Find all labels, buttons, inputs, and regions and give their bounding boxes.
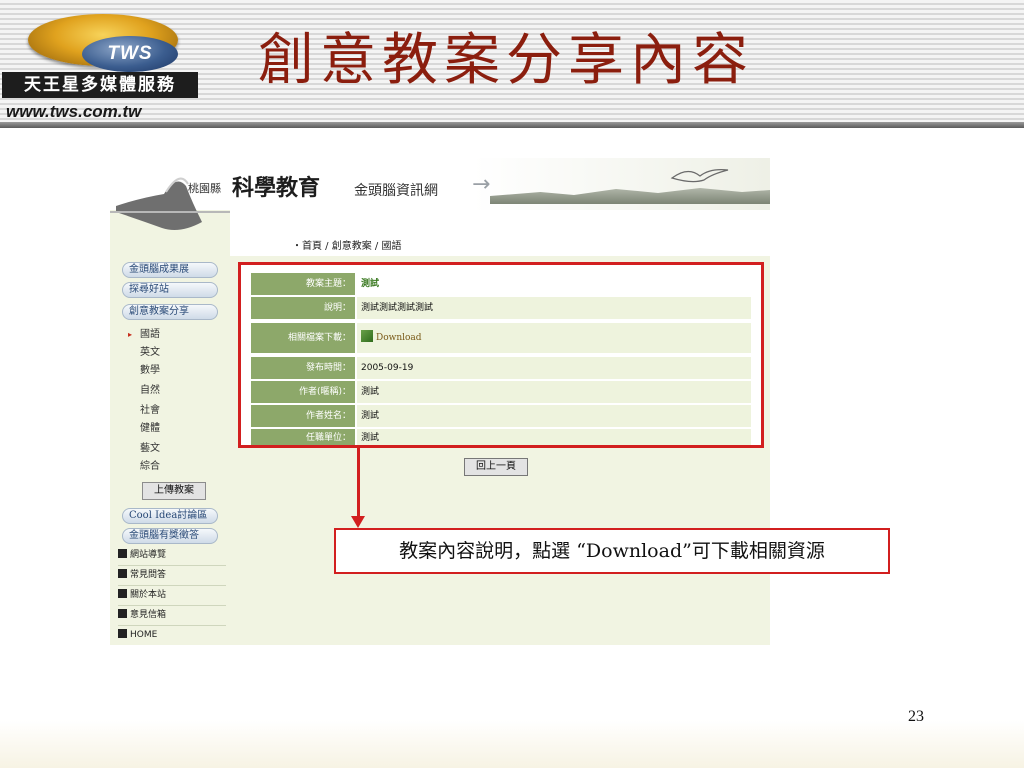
company-name: 天王星多媒體服務 xyxy=(2,72,198,98)
row-label: 作者(暱稱)： xyxy=(251,381,355,403)
nav-sub-social[interactable]: 社會 xyxy=(140,404,160,418)
util-link-label: 網站導覽 xyxy=(130,550,167,560)
row-label: 任職單位： xyxy=(251,429,355,445)
faq-icon xyxy=(118,569,127,578)
county-label: 桃園縣 xyxy=(188,182,221,195)
selected-bullet-icon: ▸ xyxy=(128,330,133,339)
row-value: 2005-09-19 xyxy=(357,357,751,379)
util-link-about[interactable]: 關於本站 xyxy=(118,586,226,606)
util-link-label: 常見問答 xyxy=(130,570,167,580)
back-button[interactable]: 回上一頁 xyxy=(464,458,528,476)
page-number: 23 xyxy=(908,708,924,725)
nav-sub-chinese[interactable]: 國語 xyxy=(140,328,160,342)
row-value: 測試 xyxy=(357,381,751,403)
row-label: 相關檔案下載： xyxy=(251,323,355,353)
callout-arrow-line xyxy=(357,448,360,518)
table-row: 作者(暱稱)： 測試 xyxy=(251,381,751,403)
company-url: www.tws.com.tw xyxy=(6,102,142,121)
row-label: 發布時間： xyxy=(251,357,355,379)
util-link-home[interactable]: HOME xyxy=(118,626,226,645)
nav-item-discussion[interactable]: Cool Idea討論區 xyxy=(122,508,218,524)
table-row: 發布時間： 2005-09-19 xyxy=(251,357,751,379)
table-row: 相關檔案下載： Download xyxy=(251,323,751,353)
tws-logo: TWS xyxy=(28,14,178,72)
nav-sub-health[interactable]: 健體 xyxy=(140,422,160,436)
arrow-icon: → xyxy=(472,172,491,197)
nav-item-lesson-sharing[interactable]: 創意教案分享 xyxy=(122,304,218,320)
table-row: 任職單位： 測試 xyxy=(251,429,751,445)
util-link-label: 意見信箱 xyxy=(130,610,167,620)
nav-sub-english[interactable]: 英文 xyxy=(140,346,160,360)
site-subtitle: 金頭腦資訊網 xyxy=(354,183,438,199)
row-value: 測試 xyxy=(357,429,751,445)
bird-icon xyxy=(670,169,729,183)
download-icon[interactable] xyxy=(361,330,373,342)
download-link[interactable]: Download xyxy=(376,333,422,343)
util-link-label: 關於本站 xyxy=(130,590,167,600)
util-link-feedback[interactable]: 意見信箱 xyxy=(118,606,226,626)
callout-box: 教案內容說明，點選 “Download”可下載相關資源 xyxy=(334,528,890,574)
nav-item-good-sites[interactable]: 探尋好站 xyxy=(122,282,218,298)
sitemap-icon xyxy=(118,549,127,558)
util-link-label: HOME xyxy=(130,630,158,640)
upload-lesson-button[interactable]: 上傳教案 xyxy=(142,482,206,500)
nav-item-quiz[interactable]: 金頭腦有獎徵答 xyxy=(122,528,218,544)
row-label: 說明： xyxy=(251,297,355,319)
logo-badge: TWS xyxy=(82,36,178,72)
slide-title: 創意教案分享內容 xyxy=(258,28,754,93)
mailbox-icon xyxy=(118,609,127,618)
table-row: 說明： 測試測試測試測試 xyxy=(251,297,751,319)
site-brand[interactable]: 科學教育 xyxy=(232,170,320,202)
home-icon xyxy=(118,629,127,638)
nav-item-achievements[interactable]: 金頭腦成果展 xyxy=(122,262,218,278)
download-cell: Download xyxy=(357,323,751,353)
about-icon xyxy=(118,589,127,598)
util-link-faq[interactable]: 常見問答 xyxy=(118,566,226,586)
nav-sub-math[interactable]: 數學 xyxy=(140,364,160,378)
row-value: 測試測試測試測試 xyxy=(357,297,751,319)
row-label: 教案主題： xyxy=(251,273,355,295)
util-link-sitemap[interactable]: 網站導覽 xyxy=(118,546,226,566)
table-row: 教案主題： 測試 xyxy=(251,273,751,295)
breadcrumb[interactable]: ・首頁 / 創意教案 / 國語 xyxy=(292,238,762,256)
nav-sub-arts[interactable]: 藝文 xyxy=(140,442,160,456)
nav-sub-integrated[interactable]: 綜合 xyxy=(140,460,160,474)
nav-sub-science[interactable]: 自然 xyxy=(140,384,160,398)
table-row: 作者姓名： 測試 xyxy=(251,405,751,427)
arrow-down-icon xyxy=(351,516,365,528)
row-label: 作者姓名： xyxy=(251,405,355,427)
lesson-detail-table: 教案主題： 測試 說明： 測試測試測試測試 相關檔案下載： Download 發… xyxy=(238,262,764,448)
row-value: 測試 xyxy=(357,405,751,427)
bottom-decoration xyxy=(0,720,1024,768)
row-value: 測試 xyxy=(357,273,751,295)
